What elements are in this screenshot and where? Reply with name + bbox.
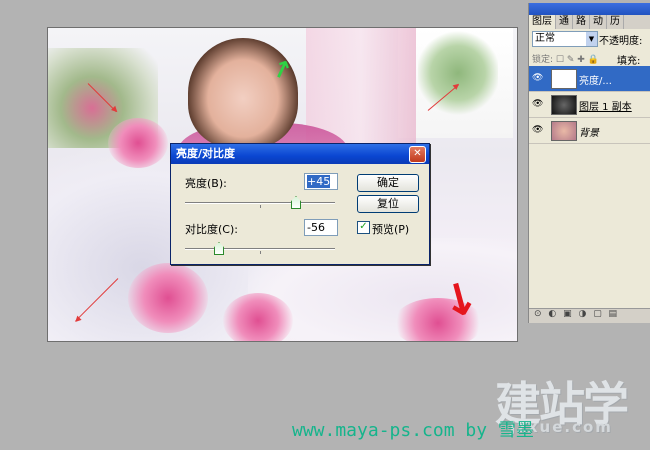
layer-thumbnail	[551, 95, 577, 115]
contrast-slider-thumb[interactable]	[214, 242, 224, 255]
eye-icon[interactable]: 👁	[532, 73, 544, 83]
opacity-label: 不透明度:	[599, 36, 643, 47]
brightness-slider-thumb[interactable]	[291, 196, 301, 209]
preview-label: 预览(P)	[372, 223, 410, 236]
reset-button[interactable]: 复位	[357, 195, 419, 213]
lock-row: 锁定: ☐ ✎ ✚ 🔒	[532, 55, 599, 65]
panel-toolbar[interactable]: ⊙ ◐ ▣ ◑ ▢ ▤	[529, 308, 650, 323]
fill-label: 填充:	[617, 56, 641, 67]
ok-button[interactable]: 确定	[357, 174, 419, 192]
layers-panel: 图层 通 路 动 历 正常 ▼ 不透明度: 锁定: ☐ ✎ ✚ 🔒 填充: 👁 …	[528, 3, 650, 323]
layer-name: 亮度/...	[579, 76, 612, 87]
dialog-title[interactable]: 亮度/对比度	[171, 144, 429, 164]
photo-flower	[223, 293, 293, 341]
layer-row-copy[interactable]: 👁 图层 1 副本	[529, 92, 650, 118]
layer-name: 背景	[579, 128, 599, 139]
layer-mask-thumbnail	[551, 69, 577, 89]
chevron-down-icon[interactable]: ▼	[586, 32, 597, 46]
brightness-slider-track[interactable]	[185, 202, 335, 204]
contrast-slider-track[interactable]	[185, 248, 335, 250]
tab-layers[interactable]: 图层	[529, 15, 556, 29]
blend-mode-select[interactable]: 正常 ▼	[532, 31, 598, 47]
brightness-label: 亮度(B):	[185, 177, 227, 190]
layer-row-background[interactable]: 👁 背景	[529, 118, 650, 144]
eye-icon[interactable]: 👁	[532, 99, 544, 109]
layer-row-adjustment[interactable]: 👁 亮度/...	[529, 66, 650, 92]
panel-header[interactable]	[529, 3, 650, 15]
preview-checkbox[interactable]: ✓	[357, 221, 370, 234]
slider-tick	[260, 205, 261, 208]
photo-flower	[108, 118, 168, 168]
close-icon[interactable]: ✕	[409, 146, 426, 163]
eye-icon[interactable]: 👁	[532, 125, 544, 135]
site-url: www.maya-ps.com by 雪墨	[292, 420, 534, 441]
layer-thumbnail	[551, 121, 577, 141]
tab-channels[interactable]: 通	[556, 15, 573, 29]
tab-paths[interactable]: 路	[573, 15, 590, 29]
photo-plant	[418, 28, 498, 118]
tab-history[interactable]: 历	[607, 15, 624, 29]
tab-actions[interactable]: 动	[590, 15, 607, 29]
layer-name: 图层 1 副本	[579, 102, 632, 113]
panel-tabs: 图层 通 路 动 历	[529, 15, 650, 29]
brightness-input[interactable]: +45	[304, 173, 338, 190]
slider-tick	[260, 251, 261, 254]
contrast-label: 对比度(C):	[185, 223, 238, 236]
contrast-input[interactable]: -56	[304, 219, 338, 236]
brightness-contrast-dialog: 亮度/对比度 ✕ 亮度(B): +45 对比度(C): -56 确定 复位 ✓ …	[170, 143, 430, 265]
photo-flower	[128, 263, 208, 333]
